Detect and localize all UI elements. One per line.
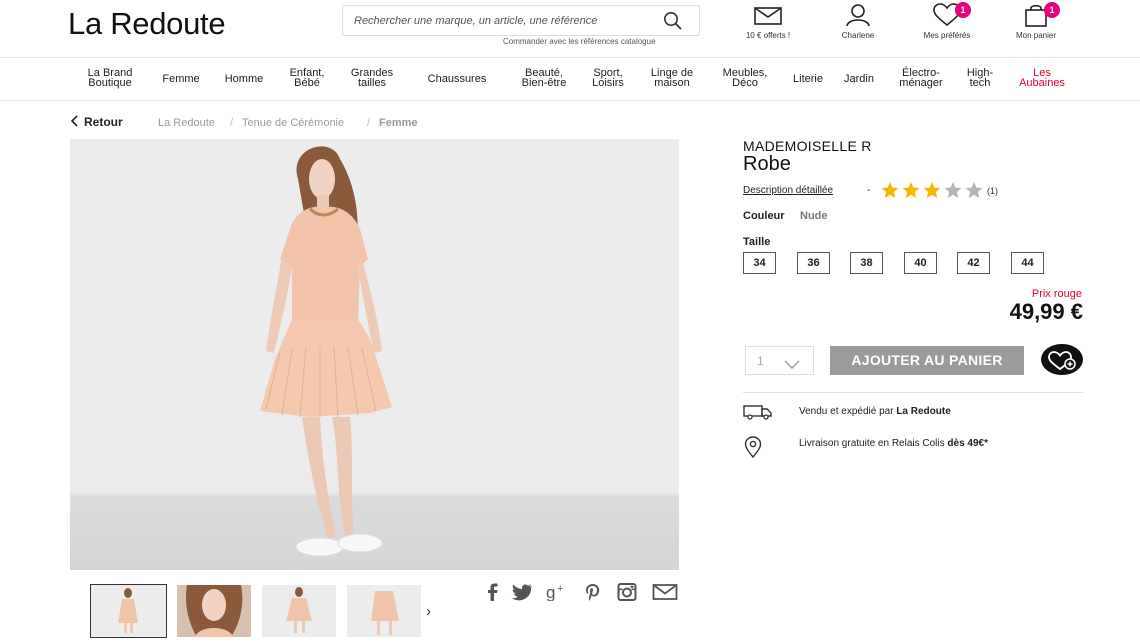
quantity-select[interactable]: 1 [745,346,814,375]
shipping-prefix: Vendu et expédié par [799,406,897,417]
search-box [342,5,700,36]
breadcrumb-current: Femme [379,117,418,129]
account-label: Charlene [841,31,875,40]
add-to-cart-button[interactable]: AJOUTER AU PANIER [830,346,1024,375]
nav-chaussures[interactable]: Chaussures [418,74,496,85]
search-icon[interactable] [662,11,684,31]
nav-femme[interactable]: Femme [155,74,207,85]
color-label: Couleur [743,210,785,222]
size-option[interactable]: 36 [797,252,830,274]
truck-icon [743,404,773,425]
product-name: Robe [743,153,791,175]
back-label: Retour [84,115,123,129]
breadcrumb-separator: / [230,117,234,129]
rating-count[interactable]: (1) [987,186,998,196]
add-to-favorites-button[interactable] [1041,344,1083,375]
product-thumbnail[interactable] [347,585,421,637]
star-filled-icon [902,182,920,198]
logo[interactable]: La Redoute [68,6,226,42]
star-empty-icon [965,182,983,198]
color-value: Nude [800,210,828,222]
shipping-info: Vendu et expédié par La Redoute [799,406,951,417]
location-pin-icon [743,436,763,463]
offer-label: 10 € offerts ! [745,31,791,40]
info-divider [743,392,1083,393]
chevron-left-icon [70,115,78,127]
main-nav: La Brand Boutique Femme Homme Enfant, Bé… [0,58,1140,101]
delivery-threshold: dès 49€* [947,438,988,449]
rating-separator: - [867,185,871,196]
breadcrumb-separator: / [367,117,371,129]
google-plus-icon[interactable]: g + [546,583,572,602]
nav-meubles-deco[interactable]: Meubles, Déco [713,68,777,89]
nav-linge-maison[interactable]: Linge de maison [642,68,702,89]
nav-enfant-bebe[interactable]: Enfant, Bébé [280,68,334,89]
account-link[interactable]: Charlene [818,3,898,40]
shipping-seller: La Redoute [896,406,951,417]
chevron-down-icon [784,356,800,374]
nav-electromenager[interactable]: Électro- ménager [891,68,951,89]
chevron-right-icon[interactable]: › [426,603,431,620]
envelope-icon [754,7,782,25]
search-input[interactable] [343,6,653,35]
mail-icon[interactable] [652,583,678,601]
pinterest-icon[interactable] [585,583,601,601]
catalog-order-link[interactable]: Commander avec les références catalogue [503,37,656,46]
user-icon [846,4,870,27]
cart-label: Mon panier [1015,31,1057,40]
nav-literie[interactable]: Literie [785,74,831,85]
favorites-label: Mes préférés [923,31,971,40]
product-main-image[interactable] [70,139,679,570]
twitter-icon[interactable] [511,583,533,601]
rating-stars[interactable] [880,181,985,204]
cart-count-badge: 1 [1044,2,1060,18]
star-filled-icon [923,182,941,198]
cart-link[interactable]: 1 Mon panier [996,2,1076,40]
size-option[interactable]: 44 [1011,252,1044,274]
breadcrumb-item[interactable]: Tenue de Cérémonie [242,117,344,129]
offer-link[interactable]: 10 € offerts ! [728,3,808,40]
favorites-link[interactable]: 1 Mes préférés [907,2,987,40]
quantity-value: 1 [757,354,764,368]
delivery-prefix: Livraison gratuite en Relais Colis [799,438,948,449]
star-empty-icon [944,182,962,198]
facebook-icon[interactable] [486,583,498,601]
nav-brand-boutique[interactable]: La Brand Boutique [82,68,138,89]
product-price: 49,99 € [1009,299,1083,324]
delivery-info: Livraison gratuite en Relais Colis dès 4… [799,438,988,449]
favorites-count-badge: 1 [955,2,971,18]
nav-jardin[interactable]: Jardin [836,74,882,85]
product-thumbnail[interactable] [262,585,336,637]
back-link[interactable]: Retour [70,115,123,129]
svg-text:+: + [557,583,563,595]
svg-text:g: g [546,583,555,601]
instagram-icon[interactable] [617,583,637,601]
nav-aubaines[interactable]: Les Aubaines [1012,68,1072,89]
size-option[interactable]: 38 [850,252,883,274]
nav-homme[interactable]: Homme [218,74,270,85]
breadcrumb-item[interactable]: La Redoute [158,117,215,129]
size-option[interactable]: 34 [743,252,776,274]
nav-grandes-tailles[interactable]: Grandes tailles [344,68,400,89]
product-thumbnail[interactable] [90,584,167,638]
size-option[interactable]: 40 [904,252,937,274]
product-thumbnail[interactable] [177,585,251,637]
size-option[interactable]: 42 [957,252,990,274]
nav-beaute[interactable]: Beauté, Bien-être [512,68,576,89]
product-brand[interactable]: MADEMOISELLE R [743,138,872,154]
nav-sport[interactable]: Sport, Loisirs [584,68,632,89]
star-filled-icon [881,182,899,198]
description-link[interactable]: Description détaillée [743,185,833,196]
nav-high-tech[interactable]: High- tech [958,68,1002,89]
size-label: Taille [743,236,771,248]
heart-plus-icon [1048,351,1076,371]
